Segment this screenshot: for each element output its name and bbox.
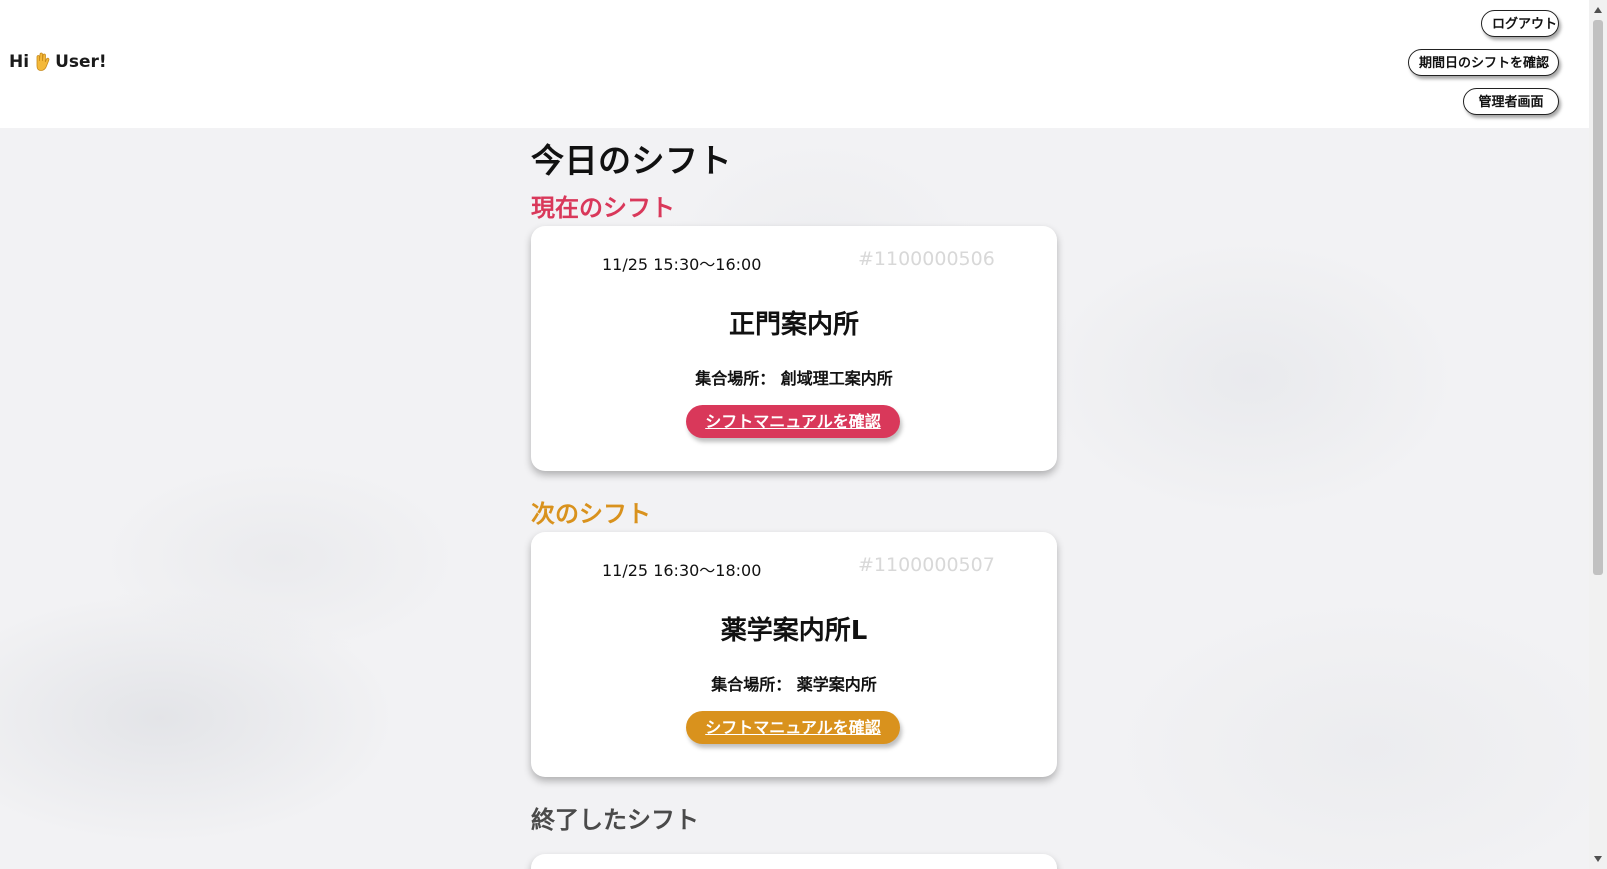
scroll-down-arrow-icon[interactable] xyxy=(1589,851,1607,867)
greeting-prefix: Hi xyxy=(9,52,30,72)
page-title: 今日のシフト xyxy=(531,141,732,180)
scroll-up-arrow-icon[interactable] xyxy=(1589,2,1607,18)
greeting-username: User! xyxy=(55,52,107,72)
shift-place: 薬学案内所L xyxy=(720,616,868,646)
scrollbar-thumb[interactable] xyxy=(1593,20,1603,575)
waving-hand-icon xyxy=(31,51,53,73)
shift-meeting-point: 集合場所： 創域理工案内所 xyxy=(695,369,893,388)
main-content: 今日のシフト 現在のシフト 11/25 15:30〜16:00 #1100000… xyxy=(0,128,1589,869)
vertical-scrollbar[interactable] xyxy=(1589,0,1607,869)
current-shift-heading: 現在のシフト xyxy=(531,194,675,222)
finished-shift-card xyxy=(531,854,1057,869)
shift-meeting-point: 集合場所： 薬学案内所 xyxy=(711,675,877,694)
header: Hi User! ログアウト 期間日のシフトを確認 管理者画面 xyxy=(0,0,1589,128)
next-shift-heading: 次のシフト xyxy=(531,500,651,528)
admin-screen-button[interactable]: 管理者画面 xyxy=(1463,88,1559,115)
period-shifts-button[interactable]: 期間日のシフトを確認 xyxy=(1408,49,1559,76)
shift-id: #1100000506 xyxy=(858,248,995,270)
current-shift-card: 11/25 15:30〜16:00 #1100000506 正門案内所 集合場所… xyxy=(531,226,1057,471)
next-shift-card: 11/25 16:30〜18:00 #1100000507 薬学案内所L 集合場… xyxy=(531,532,1057,777)
shift-id: #1100000507 xyxy=(858,554,995,576)
greeting: Hi User! xyxy=(9,51,107,73)
shift-manual-button[interactable]: シフトマニュアルを確認 xyxy=(686,405,900,438)
logout-button[interactable]: ログアウト xyxy=(1481,10,1559,37)
finished-shifts-heading: 終了したシフト xyxy=(531,806,699,834)
shift-place: 正門案内所 xyxy=(728,310,859,340)
shift-time: 11/25 16:30〜18:00 xyxy=(602,561,762,580)
shift-manual-button[interactable]: シフトマニュアルを確認 xyxy=(686,711,900,744)
shift-time: 11/25 15:30〜16:00 xyxy=(602,255,762,274)
